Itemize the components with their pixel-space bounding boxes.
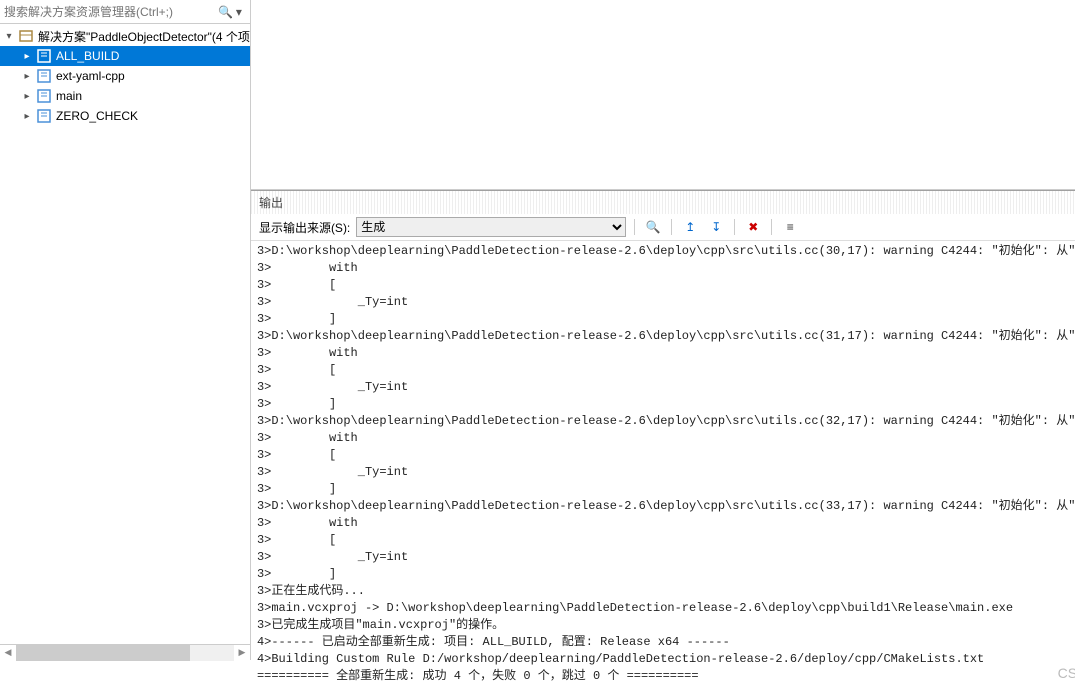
editor-area <box>251 0 1075 190</box>
output-text[interactable]: 3>D:\workshop\deeplearning\PaddleDetecti… <box>251 241 1075 687</box>
project-label: ext-yaml-cpp <box>56 69 125 83</box>
search-input[interactable] <box>4 5 218 19</box>
chevron-right-icon[interactable]: ▸ <box>22 51 32 62</box>
clear-all-icon[interactable]: ✖ <box>743 217 763 237</box>
search-icon[interactable]: 🔍 <box>218 5 232 19</box>
chevron-right-icon[interactable]: ▸ <box>22 91 32 102</box>
main-area: 输出 显示输出来源(S): 生成 🔍 ↥ ↧ ✖ ≡ 3>D:\workshop… <box>251 0 1075 660</box>
toolbar-separator <box>771 219 772 235</box>
project-node-ext-yaml-cpp[interactable]: ▸ ext-yaml-cpp <box>0 66 250 86</box>
dropdown-icon[interactable]: ▾ <box>232 5 246 19</box>
chevron-down-icon[interactable]: ▾ <box>4 31 14 42</box>
scroll-thumb[interactable] <box>16 645 190 661</box>
toolbar-separator <box>671 219 672 235</box>
solution-explorer: 🔍 ▾ ▾ 解决方案"PaddleObjectDetector"(4 个项 ▸ A… <box>0 0 251 660</box>
chevron-right-icon[interactable]: ▸ <box>22 71 32 82</box>
project-label: ALL_BUILD <box>56 49 119 63</box>
project-node-main[interactable]: ▸ main <box>0 86 250 106</box>
find-icon[interactable]: 🔍 <box>643 217 663 237</box>
watermark: CSDN @Christo3 <box>1058 665 1075 681</box>
project-icon <box>36 68 52 84</box>
project-node-all-build[interactable]: ▸ ALL_BUILD <box>0 46 250 66</box>
search-row: 🔍 ▾ <box>0 0 250 24</box>
solution-icon <box>18 28 34 44</box>
project-label: ZERO_CHECK <box>56 109 138 123</box>
output-toolbar: 显示输出来源(S): 生成 🔍 ↥ ↧ ✖ ≡ <box>251 214 1075 241</box>
solution-label: 解决方案"PaddleObjectDetector"(4 个项 <box>38 28 250 45</box>
toolbar-separator <box>734 219 735 235</box>
horizontal-scrollbar[interactable]: ◀ ▶ <box>0 644 250 660</box>
toolbar-separator <box>634 219 635 235</box>
prev-message-icon[interactable]: ↥ <box>680 217 700 237</box>
project-label: main <box>56 89 82 103</box>
output-from-label: 显示输出来源(S): <box>259 219 350 236</box>
project-icon <box>36 48 52 64</box>
scroll-left-button[interactable]: ◀ <box>0 645 16 661</box>
word-wrap-icon[interactable]: ≡ <box>780 217 800 237</box>
output-panel: 输出 显示输出来源(S): 生成 🔍 ↥ ↧ ✖ ≡ 3>D:\workshop… <box>251 190 1075 687</box>
project-node-zero-check[interactable]: ▸ ZERO_CHECK <box>0 106 250 126</box>
next-message-icon[interactable]: ↧ <box>706 217 726 237</box>
project-icon <box>36 108 52 124</box>
output-source-select[interactable]: 生成 <box>356 217 626 237</box>
project-icon <box>36 88 52 104</box>
chevron-right-icon[interactable]: ▸ <box>22 111 32 122</box>
scroll-track[interactable] <box>16 645 234 661</box>
output-panel-title: 输出 <box>251 191 1075 214</box>
solution-node[interactable]: ▾ 解决方案"PaddleObjectDetector"(4 个项 <box>0 26 250 46</box>
scroll-right-button[interactable]: ▶ <box>234 645 250 661</box>
solution-tree: ▾ 解决方案"PaddleObjectDetector"(4 个项 ▸ ALL_B… <box>0 24 250 126</box>
